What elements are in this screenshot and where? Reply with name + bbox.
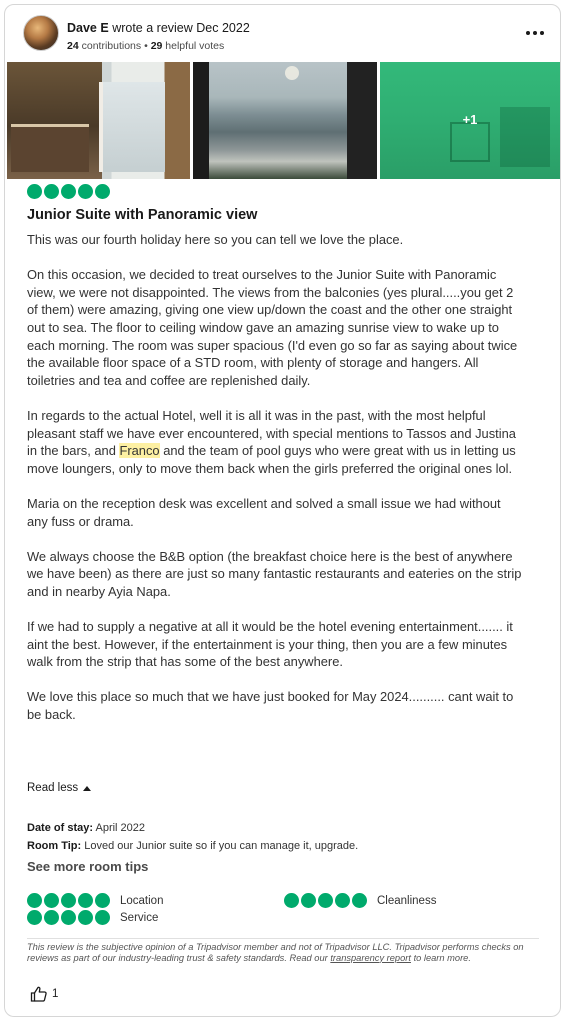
review-photo-sea-view[interactable]	[193, 62, 377, 179]
sub-rating-cleanliness: Cleanliness	[284, 893, 436, 908]
review-disclaimer: This review is the subjective opinion of…	[27, 942, 524, 963]
rating-bubble-icon	[27, 184, 42, 199]
review-header: Dave E wrote a review Dec 2022 24 contri…	[23, 15, 544, 55]
review-photo-more[interactable]: +1	[380, 62, 560, 179]
rating-bubble-icon	[44, 893, 59, 908]
rating-bubble-icon	[95, 184, 110, 199]
helpful-vote-button[interactable]: 1	[30, 986, 58, 1002]
room-tip-label: Room Tip:	[27, 840, 82, 852]
review-body: This was our fourth holiday here so you …	[27, 231, 523, 741]
date-of-stay-label: Date of stay:	[27, 822, 94, 834]
helpful-votes-count: 29	[150, 40, 163, 52]
avatar[interactable]	[23, 15, 59, 51]
review-date: Dec 2022	[196, 21, 250, 35]
rating-bubble-icon	[95, 910, 110, 925]
rating-bubble-icon	[61, 184, 76, 199]
review-action: wrote a review	[112, 21, 193, 35]
review-paragraph: On this occasion, we decided to treat ou…	[27, 267, 518, 388]
photo-strip: +1	[7, 62, 560, 179]
sub-rating-label: Location	[120, 894, 164, 907]
stats-separator: •	[144, 40, 148, 52]
see-more-room-tips-link[interactable]: See more room tips	[27, 859, 148, 874]
room-tip: Room Tip: Loved our Junior suite so if y…	[27, 840, 358, 852]
rating-bubble-icon	[78, 893, 93, 908]
review-paragraph: This was our fourth holiday here so you …	[27, 232, 404, 247]
more-photos-count: +1	[462, 112, 478, 127]
reviewer-name[interactable]: Dave E	[67, 21, 109, 35]
reviewer-stats: 24 contributions • 29 helpful votes	[67, 40, 224, 52]
review-paragraph: We always choose the B&B option (the bre…	[27, 548, 522, 599]
room-tip-value: Loved our Junior suite so if you can man…	[84, 840, 359, 852]
review-photo-room[interactable]	[7, 62, 190, 179]
more-dots-icon	[526, 31, 530, 35]
review-paragraph: Maria on the reception desk was excellen…	[27, 495, 501, 529]
sub-rating-location: Location	[27, 893, 163, 908]
more-options-button[interactable]	[521, 23, 549, 43]
review-card: Dave E wrote a review Dec 2022 24 contri…	[4, 4, 561, 1017]
rating-bubble-icon	[95, 893, 110, 908]
rating-bubble-icon	[61, 910, 76, 925]
divider	[27, 938, 539, 939]
date-of-stay: Date of stay: April 2022	[27, 822, 145, 834]
read-less-button[interactable]: Read less	[27, 782, 92, 794]
read-less-label: Read less	[27, 782, 79, 794]
thumbs-up-icon	[30, 986, 47, 1002]
rating-bubble-icon	[27, 893, 42, 908]
highlighted-name: Franco	[119, 443, 160, 459]
rating-bubble-icon	[78, 184, 93, 199]
date-of-stay-value: April 2022	[95, 822, 146, 834]
contributions-label: contributions	[81, 40, 142, 52]
rating-bubble-icon	[27, 910, 42, 925]
sub-ratings: Location Cleanliness Service	[27, 893, 527, 929]
helpful-votes-label: helpful votes	[165, 40, 225, 52]
transparency-report-link[interactable]: transparency report	[330, 953, 411, 963]
review-paragraph: We love this place so much that we have …	[27, 689, 514, 723]
sub-rating-label: Service	[120, 911, 159, 924]
rating-bubble-icon	[44, 184, 59, 199]
review-paragraph: In regards to the actual Hotel, well it …	[27, 407, 516, 476]
rating-bubble-icon	[352, 893, 367, 908]
rating-bubble-icon	[318, 893, 333, 908]
rating-bubble-icon	[44, 910, 59, 925]
reviewer-line: Dave E wrote a review Dec 2022	[67, 21, 250, 35]
caret-up-icon	[83, 785, 92, 791]
rating-bubble-icon	[301, 893, 316, 908]
rating-bubble-icon	[335, 893, 350, 908]
sub-rating-service: Service	[27, 910, 158, 925]
review-rating	[27, 184, 110, 199]
sub-rating-label: Cleanliness	[377, 894, 437, 907]
review-paragraph: If we had to supply a negative at all it…	[27, 619, 513, 670]
rating-bubble-icon	[61, 893, 76, 908]
rating-bubble-icon	[78, 910, 93, 925]
contributions-count: 24	[67, 40, 79, 52]
helpful-count: 1	[52, 988, 59, 1000]
review-title[interactable]: Junior Suite with Panoramic view	[27, 207, 257, 223]
rating-bubble-icon	[284, 893, 299, 908]
